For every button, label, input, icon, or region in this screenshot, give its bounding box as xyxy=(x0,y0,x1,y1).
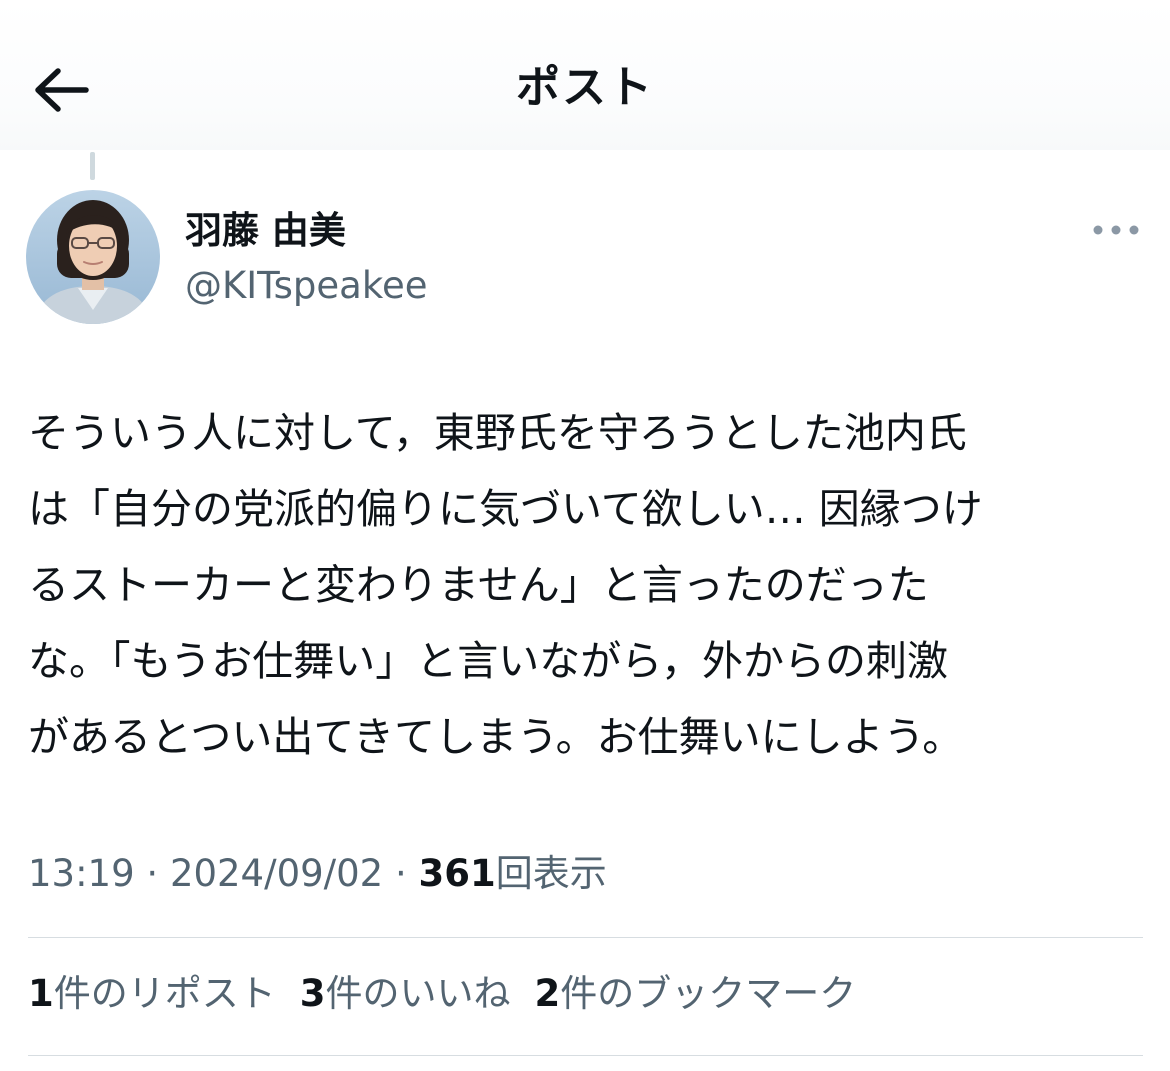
post-date[interactable]: 2024/09/02 xyxy=(170,852,383,895)
bookmarks-count: 2 xyxy=(534,972,561,1015)
author-display-name[interactable]: 羽藤 由美 xyxy=(185,205,346,257)
thread-connector-line xyxy=(90,152,95,180)
likes-label: 件のいいね xyxy=(325,972,511,1015)
divider-bottom xyxy=(28,1055,1143,1056)
avatar-photo xyxy=(26,190,160,324)
bookmarks-label: 件のブックマーク xyxy=(560,972,857,1015)
post-stats: 1件のリポスト 3件のいいね 2件のブックマーク xyxy=(28,968,880,1020)
post-meta: 13:19 · 2024/09/02 · 361回表示 xyxy=(28,848,607,900)
views-count: 361 xyxy=(418,852,496,895)
top-bar: ポスト xyxy=(0,0,1170,150)
bookmarks-stat[interactable]: 2件のブックマーク xyxy=(535,968,857,1020)
post-time[interactable]: 13:19 xyxy=(28,852,135,895)
post-text: そういう人に対して，東野氏を守ろうとした池内氏 は「自分の党派的偏りに気づいて欲… xyxy=(28,409,983,761)
meta-separator: · xyxy=(146,852,159,895)
reposts-stat[interactable]: 1件のリポスト xyxy=(28,968,276,1020)
likes-count: 3 xyxy=(299,972,326,1015)
more-options-button[interactable] xyxy=(1090,215,1142,245)
avatar[interactable] xyxy=(26,190,160,324)
reposts-count: 1 xyxy=(28,972,54,1015)
views-label: 回表示 xyxy=(495,852,607,895)
page-title: ポスト xyxy=(516,62,654,113)
reposts-label: 件のリポスト xyxy=(53,972,276,1015)
meta-separator: · xyxy=(394,852,407,895)
divider-top xyxy=(28,937,1143,938)
author-handle[interactable]: @KITspeakee xyxy=(185,260,428,312)
likes-stat[interactable]: 3件のいいね xyxy=(300,968,511,1020)
more-horizontal-icon xyxy=(1093,225,1139,235)
